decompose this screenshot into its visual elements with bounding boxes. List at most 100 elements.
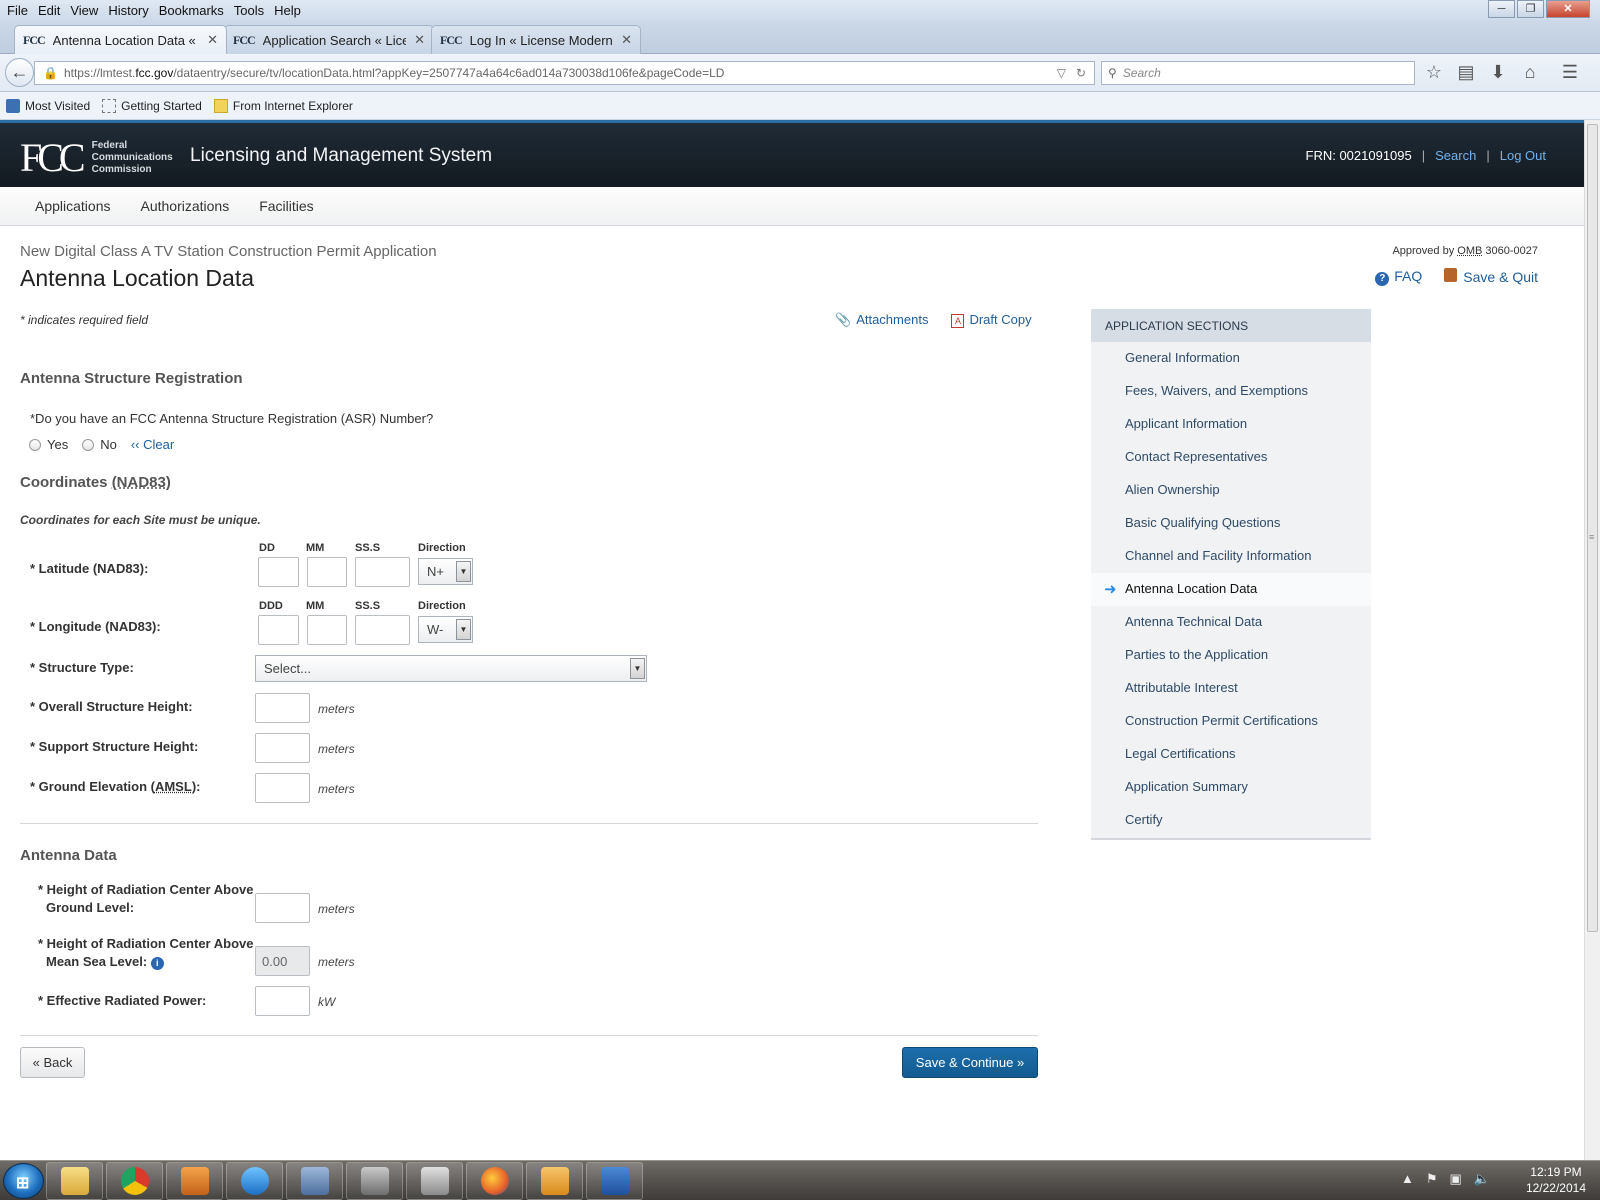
nav-applications[interactable]: Applications: [35, 198, 111, 214]
latitude-degrees-input[interactable]: [258, 557, 299, 587]
structure-type-select[interactable]: Select... ▼: [255, 655, 647, 682]
ground-elevation-input[interactable]: [255, 773, 310, 803]
sidebar-item-contact-representatives[interactable]: Contact Representatives: [1091, 441, 1371, 474]
menu-tools[interactable]: Tools: [234, 3, 264, 18]
nav-authorizations[interactable]: Authorizations: [141, 198, 230, 214]
longitude-minutes-input[interactable]: [307, 615, 347, 645]
menu-hamburger-icon[interactable]: ☰: [1561, 62, 1579, 83]
browser-search-box[interactable]: ⚲ Search: [1101, 61, 1415, 85]
sidebar-item-general-information[interactable]: General Information: [1091, 342, 1371, 375]
latitude-minutes-input[interactable]: [307, 557, 347, 587]
taskbar-firefox[interactable]: [466, 1162, 523, 1200]
bookmark-getting-started[interactable]: Getting Started: [102, 98, 202, 113]
save-quit-link[interactable]: Save & Quit: [1444, 268, 1538, 286]
lock-icon: 🔒: [43, 66, 58, 80]
taskbar-internet-explorer[interactable]: [226, 1162, 283, 1200]
tab-antenna-location[interactable]: FCC Antenna Location Data « Li... ✕: [14, 25, 227, 54]
sidebar-item-certify[interactable]: Certify: [1091, 804, 1371, 837]
home-icon[interactable]: ⌂: [1521, 62, 1539, 83]
rcagl-input[interactable]: [255, 893, 310, 923]
taskbar-remote-app[interactable]: [346, 1162, 403, 1200]
latitude-direction-select[interactable]: N+ ▼: [418, 558, 473, 585]
attachments-link[interactable]: 📎 Attachments: [835, 312, 928, 328]
network-tray-icon[interactable]: ▣: [1450, 1171, 1462, 1187]
taskbar-phone-app[interactable]: [406, 1162, 463, 1200]
logout-link[interactable]: Log Out: [1500, 148, 1546, 163]
sidebar-item-fees-waivers[interactable]: Fees, Waivers, and Exemptions: [1091, 375, 1371, 408]
sidebar-item-cp-certifications[interactable]: Construction Permit Certifications: [1091, 705, 1371, 738]
asr-yes-label[interactable]: Yes: [47, 437, 68, 452]
sidebar-item-parties[interactable]: Parties to the Application: [1091, 639, 1371, 672]
download-icon[interactable]: ⬇: [1489, 62, 1507, 83]
search-link[interactable]: Search: [1435, 148, 1476, 163]
action-center-flag-icon[interactable]: ⚑: [1426, 1171, 1438, 1187]
clear-link[interactable]: ‹‹ Clear: [131, 437, 174, 452]
sidebar-item-channel-facility[interactable]: Channel and Facility Information: [1091, 540, 1371, 573]
vertical-scrollbar[interactable]: ≡: [1584, 120, 1600, 1160]
longitude-seconds-input[interactable]: [355, 615, 410, 645]
menu-edit[interactable]: Edit: [38, 3, 60, 18]
folder-icon: [213, 98, 228, 113]
info-icon[interactable]: i: [150, 957, 164, 970]
volume-icon[interactable]: 🔈: [1474, 1171, 1490, 1187]
close-tab-icon[interactable]: ✕: [207, 32, 218, 48]
taskbar-chrome[interactable]: [106, 1162, 163, 1200]
save-continue-button[interactable]: Save & Continue »: [902, 1047, 1038, 1078]
bookmark-from-ie[interactable]: From Internet Explorer: [213, 98, 353, 113]
sidebar-item-attributable-interest[interactable]: Attributable Interest: [1091, 672, 1371, 705]
sidebar-item-basic-qualifying[interactable]: Basic Qualifying Questions: [1091, 507, 1371, 540]
sidebar-item-antenna-technical[interactable]: Antenna Technical Data: [1091, 606, 1371, 639]
minimize-icon[interactable]: ─: [1488, 0, 1515, 18]
fcc-logo[interactable]: FCC Federal Communications Commission: [20, 138, 173, 178]
bookmark-most-visited[interactable]: Most Visited: [6, 98, 90, 113]
longitude-degrees-input[interactable]: [258, 615, 299, 645]
support-height-input[interactable]: [255, 733, 310, 763]
nav-facilities[interactable]: Facilities: [259, 198, 313, 214]
reload-icon[interactable]: ↻: [1076, 66, 1086, 80]
taskbar-network-app[interactable]: [286, 1162, 343, 1200]
asr-no-label[interactable]: No: [100, 437, 117, 452]
draft-copy-link[interactable]: A Draft Copy: [951, 312, 1032, 328]
url-bar[interactable]: 🔒 https://lmtest.fcc.gov/dataentry/secur…: [34, 61, 1095, 85]
menu-help[interactable]: Help: [274, 3, 301, 18]
dropdown-history-icon[interactable]: ▽: [1057, 66, 1066, 80]
restore-icon[interactable]: ❐: [1517, 0, 1544, 18]
sidebar-item-applicant-information[interactable]: Applicant Information: [1091, 408, 1371, 441]
back-button[interactable]: « Back: [20, 1047, 85, 1078]
longitude-direction-select[interactable]: W- ▼: [418, 616, 473, 643]
bookmark-star-icon[interactable]: ☆: [1425, 62, 1443, 83]
menu-view[interactable]: View: [70, 3, 98, 18]
overall-height-input[interactable]: [255, 693, 310, 723]
tab-strip: FCC Antenna Location Data « Li... ✕ FCC …: [0, 20, 1600, 69]
show-hidden-icons-icon[interactable]: ▲: [1401, 1171, 1414, 1187]
ground-elevation-unit: meters: [318, 782, 355, 796]
tab-log-in[interactable]: FCC Log In « License Moderniza... ✕: [431, 25, 641, 54]
taskbar-explorer[interactable]: [46, 1162, 103, 1200]
scrollbar-thumb[interactable]: [1587, 124, 1598, 932]
sidebar-item-antenna-location[interactable]: ➜ Antenna Location Data: [1091, 573, 1371, 606]
close-tab-icon[interactable]: ✕: [621, 32, 632, 48]
taskbar-word[interactable]: [586, 1162, 643, 1200]
latitude-seconds-input[interactable]: [355, 557, 410, 587]
start-button[interactable]: ⊞: [3, 1163, 44, 1199]
back-arrow-icon[interactable]: ←: [5, 58, 34, 87]
fcc-favicon-icon: FCC: [23, 32, 46, 47]
tab-application-search[interactable]: FCC Application Search « Licen... ✕: [224, 25, 434, 54]
menu-history[interactable]: History: [108, 3, 148, 18]
taskbar-outlook[interactable]: [526, 1162, 583, 1200]
clock[interactable]: 12:19 PM 12/22/2014: [1526, 1164, 1586, 1196]
rcagl-label: * Height of Radiation Center Above Groun…: [38, 882, 254, 915]
taskbar-media-player[interactable]: [166, 1162, 223, 1200]
menu-bookmarks[interactable]: Bookmarks: [159, 3, 224, 18]
menu-file[interactable]: File: [7, 3, 28, 18]
sidebar-item-alien-ownership[interactable]: Alien Ownership: [1091, 474, 1371, 507]
faq-link[interactable]: ? FAQ: [1375, 268, 1422, 286]
sidebar-item-application-summary[interactable]: Application Summary: [1091, 771, 1371, 804]
close-window-icon[interactable]: ✕: [1546, 0, 1590, 18]
reading-list-icon[interactable]: ▤: [1457, 62, 1475, 83]
sidebar-item-legal-certifications[interactable]: Legal Certifications: [1091, 738, 1371, 771]
asr-no-radio[interactable]: [82, 438, 95, 451]
asr-yes-radio[interactable]: [29, 438, 41, 451]
erp-input[interactable]: [255, 986, 310, 1016]
close-tab-icon[interactable]: ✕: [414, 32, 425, 48]
